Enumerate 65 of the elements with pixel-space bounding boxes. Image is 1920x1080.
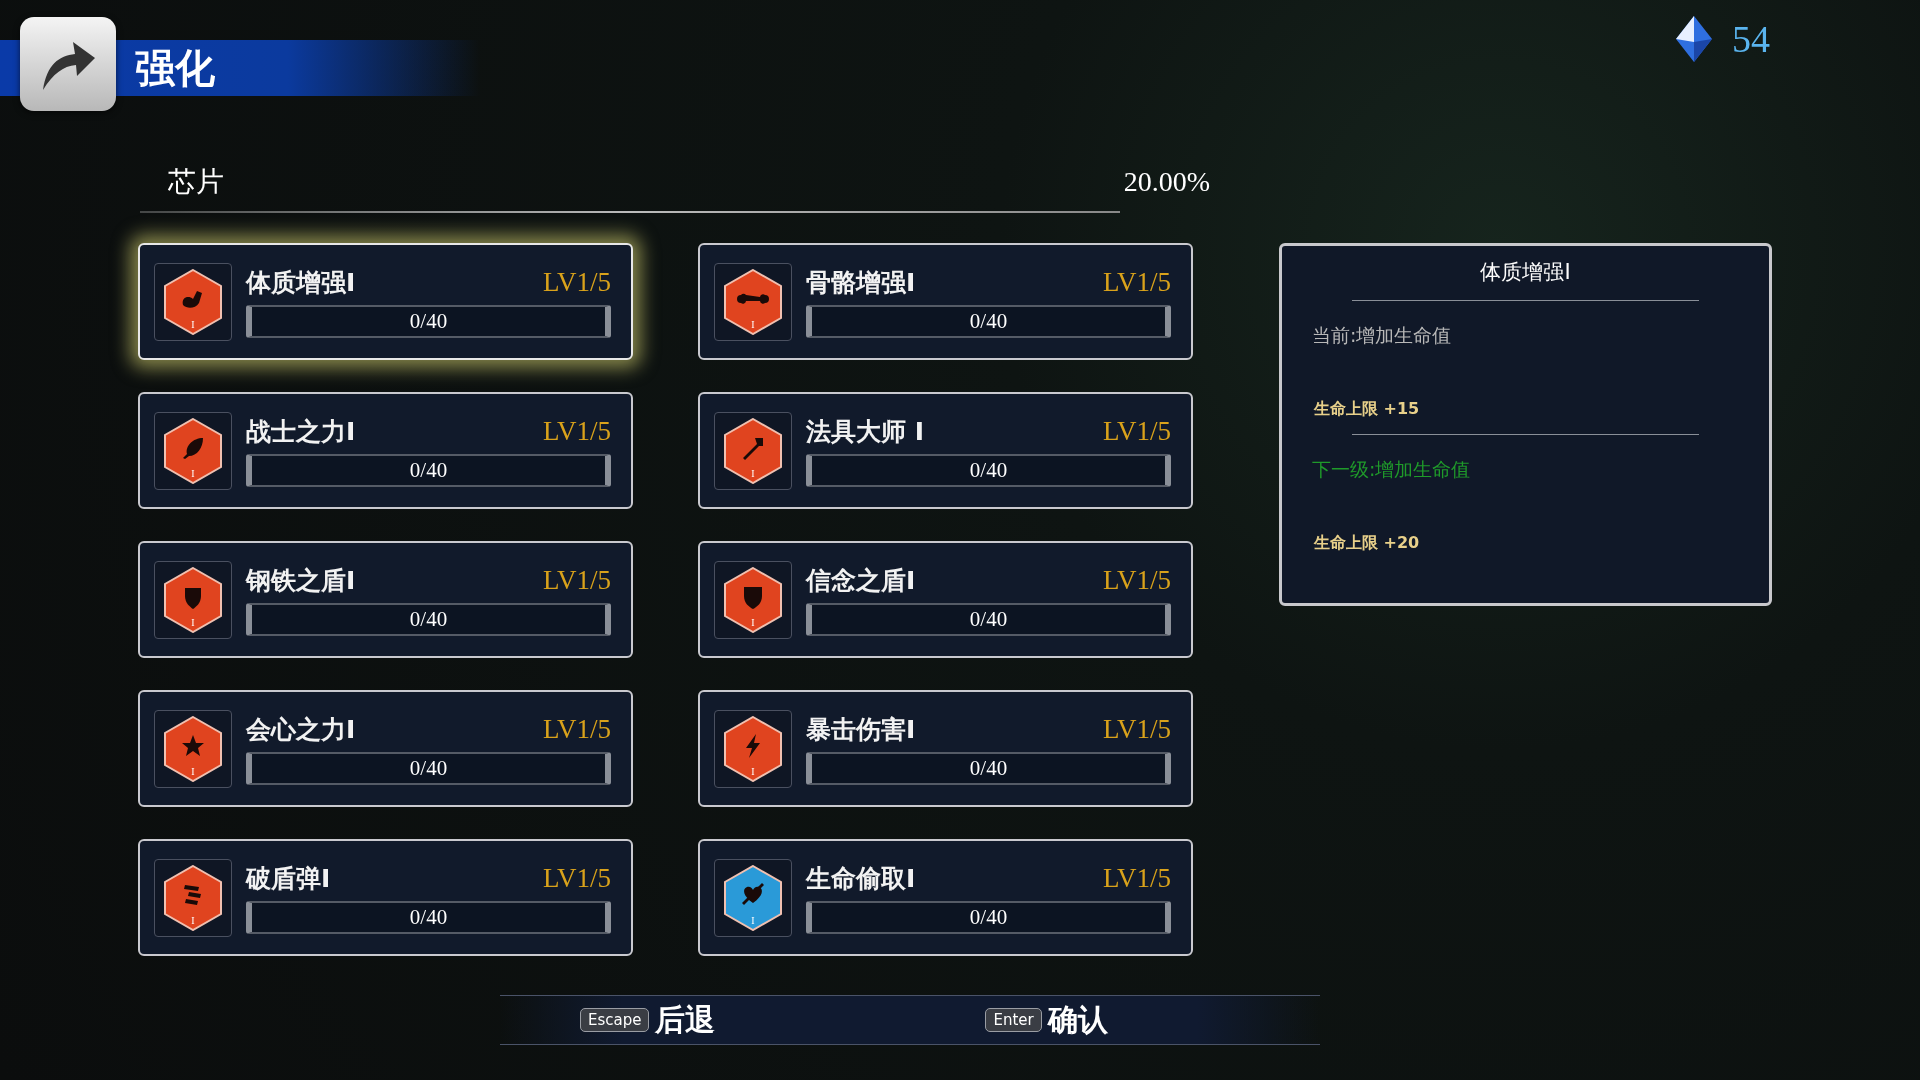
tier-label: I <box>750 915 756 926</box>
skill-level: LV1/5 <box>1103 564 1171 596</box>
tier-label: I <box>750 617 756 628</box>
tier-label: I <box>190 468 196 479</box>
section-label: 芯片 <box>168 164 224 200</box>
skill-name: 法具大师 I <box>806 415 924 448</box>
progress-text: 0/40 <box>409 308 448 334</box>
tier-label: I <box>750 468 756 479</box>
progress-text: 0/40 <box>969 606 1008 632</box>
skill-level: LV1/5 <box>1103 862 1171 894</box>
tier-label: I <box>190 915 196 926</box>
skill-level: LV1/5 <box>1103 266 1171 298</box>
progress-text: 0/40 <box>409 755 448 781</box>
skill-level: LV1/5 <box>543 266 611 298</box>
skill-name: 生命偷取I <box>806 862 916 895</box>
crystal-icon <box>1674 14 1714 64</box>
skill-card[interactable]: I 法具大师 I LV1/5 0/40 <box>698 392 1193 509</box>
progress-text: 0/40 <box>409 904 448 930</box>
current-effect-label: 当前:增加生命值 <box>1312 323 1453 348</box>
skill-name: 信念之盾I <box>806 564 916 597</box>
key-cap[interactable]: Escape <box>580 1008 650 1032</box>
tier-label: I <box>190 319 196 330</box>
skill-name: 战士之力I <box>246 415 356 448</box>
progress-text: 0/40 <box>969 308 1008 334</box>
skill-card[interactable]: I 钢铁之盾I LV1/5 0/40 <box>138 541 633 658</box>
skill-card[interactable]: I 暴击伤害I LV1/5 0/40 <box>698 690 1193 807</box>
skill-name: 破盾弹I <box>246 862 331 895</box>
next-level-label: 下一级:增加生命值 <box>1312 457 1472 482</box>
progress-text: 0/40 <box>409 457 448 483</box>
skill-card[interactable]: I 战士之力I LV1/5 0/40 <box>138 392 633 509</box>
skill-level: LV1/5 <box>543 564 611 596</box>
key-action-label: 后退 <box>655 1000 716 1039</box>
current-effect-value: 生命上限 +15 <box>1314 399 1420 420</box>
key-cap[interactable]: Enter <box>985 1008 1042 1032</box>
skill-card[interactable]: I 体质增强I LV1/5 0/40 <box>138 243 633 360</box>
skill-name: 骨骼增强I <box>806 266 916 299</box>
skill-card[interactable]: I 信念之盾I LV1/5 0/40 <box>698 541 1193 658</box>
skill-level: LV1/5 <box>1103 415 1171 447</box>
skill-level: LV1/5 <box>543 862 611 894</box>
screen-title: 强化 <box>135 43 215 93</box>
key-action-label: 确认 <box>1047 1000 1108 1039</box>
skill-card[interactable]: I 骨骼增强I LV1/5 0/40 <box>698 243 1193 360</box>
crystal-count: 54 <box>1732 17 1770 61</box>
progress-text: 0/40 <box>969 755 1008 781</box>
progress-percent: 20.00% <box>1123 166 1210 198</box>
tier-label: I <box>750 319 756 330</box>
back-button[interactable] <box>20 17 116 111</box>
skill-name: 暴击伤害I <box>806 713 916 746</box>
skill-name: 会心之力I <box>246 713 356 746</box>
detail-title: 体质增强I <box>1480 259 1571 286</box>
skill-card[interactable]: I 生命偷取I LV1/5 0/40 <box>698 839 1193 956</box>
skill-level: LV1/5 <box>1103 713 1171 745</box>
tier-label: I <box>190 766 196 777</box>
progress-text: 0/40 <box>969 457 1008 483</box>
skill-name: 体质增强I <box>246 266 356 299</box>
skill-name: 钢铁之盾I <box>246 564 356 597</box>
tier-label: I <box>750 766 756 777</box>
skill-card[interactable]: I 破盾弹I LV1/5 0/40 <box>138 839 633 956</box>
next-effect-value: 生命上限 +20 <box>1314 533 1420 554</box>
skill-level: LV1/5 <box>543 415 611 447</box>
skill-level: LV1/5 <box>543 713 611 745</box>
skill-card[interactable]: I 会心之力I LV1/5 0/40 <box>138 690 633 807</box>
progress-text: 0/40 <box>409 606 448 632</box>
progress-text: 0/40 <box>969 904 1008 930</box>
tier-label: I <box>190 617 196 628</box>
